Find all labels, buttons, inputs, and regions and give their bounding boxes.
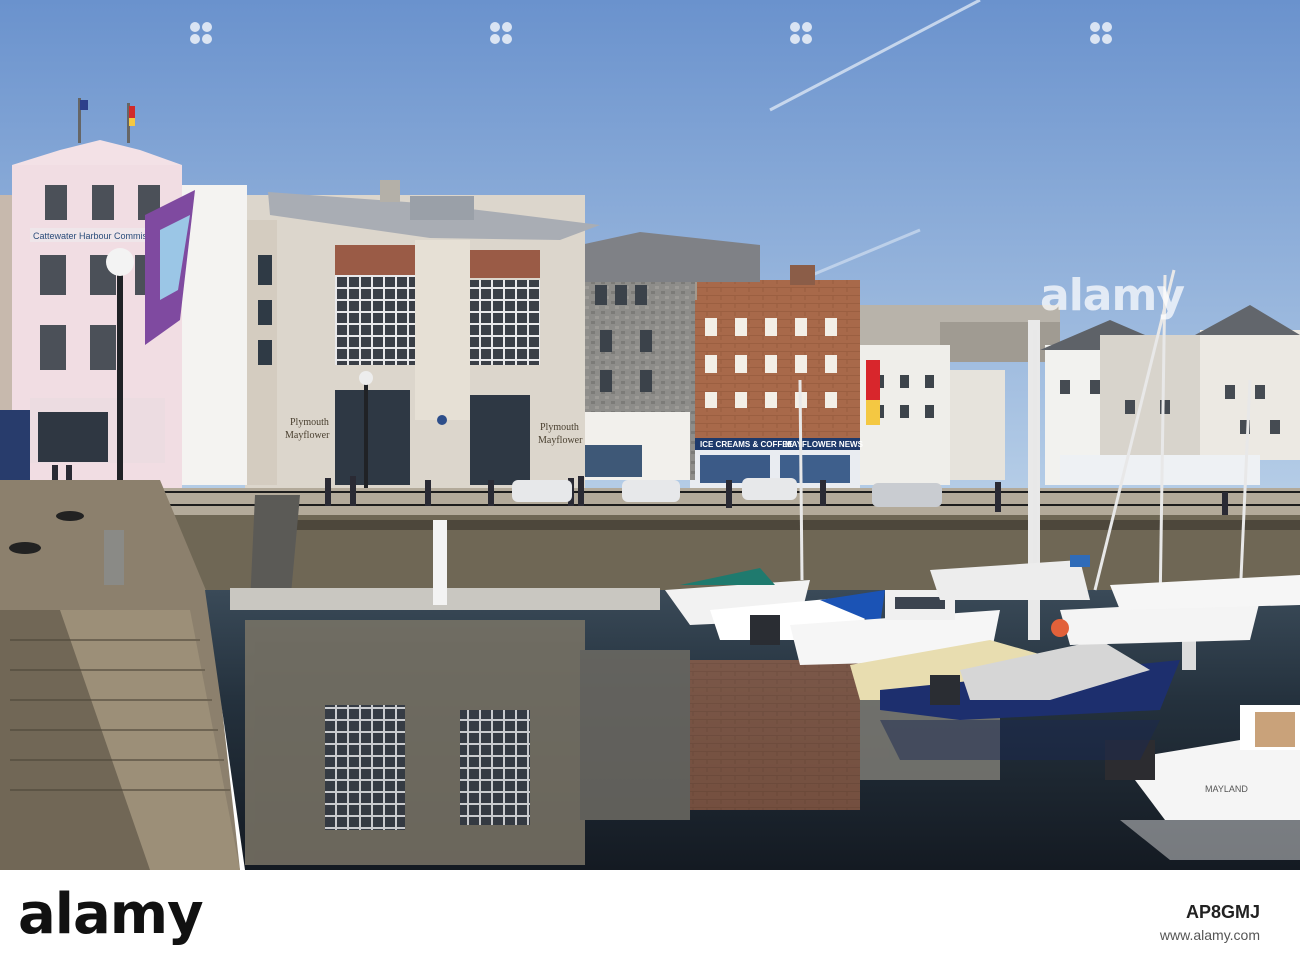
watermark-dot-icon (790, 22, 828, 60)
footer-info: AP8GMJ www.alamy.com (1160, 870, 1260, 946)
shop-sign: ICE CREAMS & COFFEE (700, 440, 794, 449)
watermark-text: alamy (1040, 270, 1185, 321)
news-sign: MAYFLOWER NEWS (785, 440, 864, 449)
site-url[interactable]: www.alamy.com (1160, 924, 1260, 946)
harbour-scene: ICE CREAMS & COFFEE MAYFLOWER NEWS Plymo… (0, 0, 1300, 870)
centre-plaque-line1: Plymouth (290, 417, 329, 428)
right-plaque-line2: Mayflower (538, 435, 583, 446)
watermark-dot-icon (1090, 22, 1128, 60)
harbour-photo: ICE CREAMS & COFFEE MAYFLOWER NEWS Plymo… (0, 0, 1300, 870)
bollard (104, 530, 124, 585)
bollard (56, 511, 84, 521)
centre-plaque-line2: Mayflower (285, 430, 330, 441)
watermark-dot-icon (490, 22, 528, 60)
bollard (9, 542, 41, 554)
footer-bar: alamy AP8GMJ www.alamy.com (0, 870, 1300, 959)
pontoon-post (433, 520, 447, 605)
right-plaque-line1: Plymouth (540, 422, 579, 433)
boat-name: MAYLAND (1205, 784, 1248, 794)
brick-building: ICE CREAMS & COFFEE MAYFLOWER NEWS (675, 250, 864, 488)
image-id: AP8GMJ (1185, 902, 1260, 922)
watermark-dot-icon (190, 22, 228, 60)
mayflower-centre: Plymouth Mayflower Plymouth Mayflower (245, 180, 600, 490)
brand-logo: alamy (18, 882, 204, 947)
